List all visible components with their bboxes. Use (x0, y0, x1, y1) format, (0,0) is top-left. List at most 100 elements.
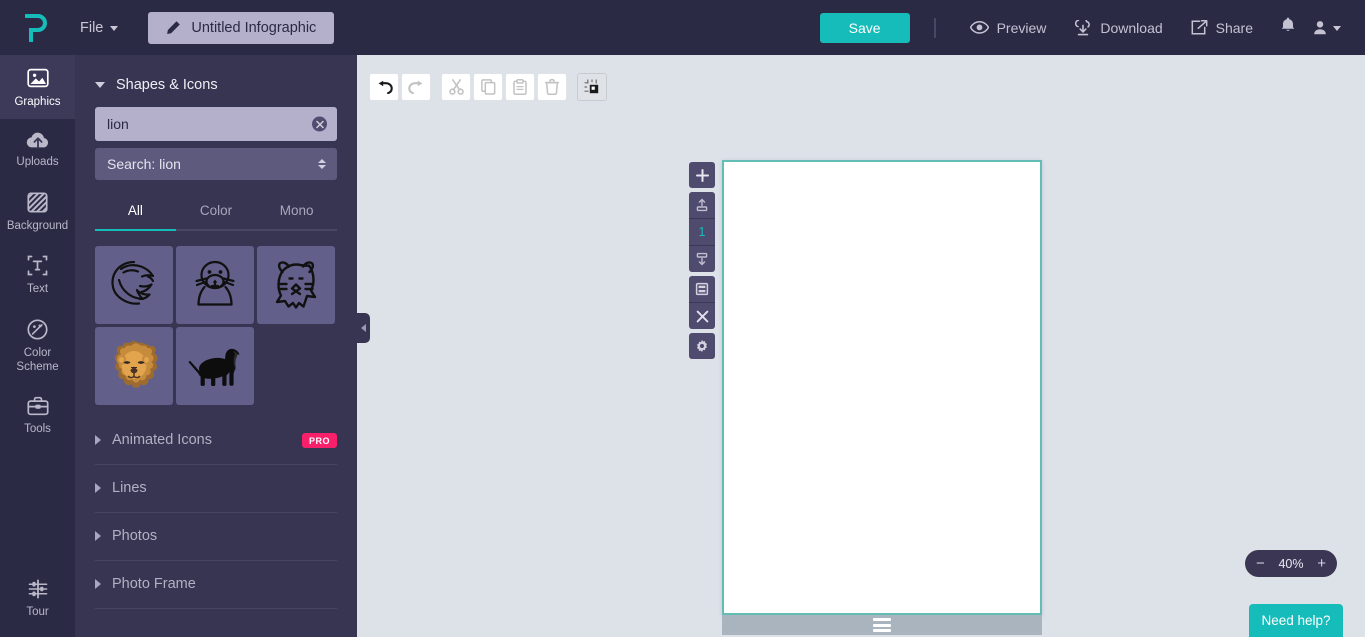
search-input[interactable] (95, 107, 337, 141)
palette-icon (27, 318, 48, 340)
zoom-in-button[interactable]: + (1317, 556, 1326, 571)
download-label: Download (1100, 19, 1163, 36)
canvas-page[interactable] (722, 160, 1042, 615)
search-row (95, 107, 337, 141)
triangle-right-icon (95, 531, 101, 541)
search-scope-select[interactable]: Search: lion (95, 148, 337, 180)
download-button[interactable]: Download (1064, 14, 1172, 42)
icon-result-lion-face-outline[interactable] (257, 246, 335, 324)
tab-all[interactable]: All (95, 194, 176, 231)
clear-search-icon[interactable] (312, 116, 327, 132)
page-actions-group (689, 276, 715, 329)
tab-mono[interactable]: Mono (256, 194, 338, 231)
move-page-up-icon (696, 198, 708, 212)
delete-button[interactable] (537, 73, 567, 101)
notifications-button[interactable] (1271, 11, 1305, 44)
accordion-photo-frame-label: Photo Frame (112, 576, 196, 592)
sidebar-item-tour-label: Tour (26, 605, 49, 618)
duplicate-page-icon (695, 282, 709, 296)
copy-button[interactable] (473, 73, 503, 101)
sidebar-item-uploads-label: Uploads (16, 156, 59, 169)
file-menu[interactable]: File (72, 14, 126, 42)
icon-result-lion-silhouette[interactable] (176, 327, 254, 405)
accordion-animated-icons[interactable]: Animated Icons PRO (95, 417, 337, 465)
image-icon (26, 68, 49, 88)
page-resize-handle[interactable] (722, 615, 1042, 635)
undo-button[interactable] (369, 73, 399, 101)
page-settings-group (689, 333, 715, 359)
toolbar-divider (933, 17, 936, 38)
add-page-button[interactable] (689, 162, 715, 188)
panel-bottom-spacer (95, 609, 337, 631)
page-tools: 1 (689, 162, 715, 363)
preview-button[interactable]: Preview (960, 14, 1057, 42)
preview-label: Preview (996, 19, 1047, 36)
tour-slider-icon (28, 579, 47, 599)
toolbox-icon (26, 397, 49, 416)
sea-lion-outline-icon (195, 260, 235, 306)
graphics-panel[interactable]: Shapes & Icons Search: lion All (75, 55, 357, 637)
lion-walking-silhouette-icon (188, 348, 240, 386)
gear-icon (696, 339, 708, 353)
sidebar-item-tour[interactable]: Tour (0, 567, 75, 637)
color-scheme-label-text: Color Scheme (16, 346, 59, 373)
shapes-icons-section-header[interactable]: Shapes & Icons (95, 55, 337, 107)
sort-arrows-icon (318, 159, 326, 169)
cut-button[interactable] (441, 73, 471, 101)
document-title-field[interactable]: Untitled Infographic (148, 11, 335, 44)
icon-result-sea-lion[interactable] (176, 246, 254, 324)
sidebar-item-text[interactable]: Text (0, 243, 75, 306)
cloud-upload-icon (26, 133, 48, 150)
shapes-icons-title: Shapes & Icons (116, 77, 218, 93)
share-button[interactable]: Share (1181, 14, 1263, 42)
page-settings-button[interactable] (689, 333, 715, 359)
zoom-out-button[interactable]: − (1256, 556, 1265, 571)
accordion-lines-label: Lines (112, 480, 147, 496)
sidebar-item-background-label: Background (6, 219, 69, 232)
icon-result-lion-head-profile[interactable] (95, 246, 173, 324)
account-menu[interactable] (1309, 14, 1345, 41)
left-rail: Graphics Uploads Background Text Color S… (0, 55, 75, 637)
sidebar-item-graphics[interactable]: Graphics (0, 55, 75, 120)
sidebar-item-tools[interactable]: Tools (0, 384, 75, 446)
sidebar-item-uploads[interactable]: Uploads (0, 119, 75, 179)
app-logo[interactable] (0, 13, 72, 42)
accordion-photos[interactable]: Photos (95, 513, 337, 561)
paste-button[interactable] (505, 73, 535, 101)
accordion-lines[interactable]: Lines (95, 465, 337, 513)
redo-button[interactable] (401, 73, 431, 101)
save-button[interactable]: Save (819, 12, 910, 43)
triangle-right-icon (95, 435, 101, 445)
duplicate-page-button[interactable] (689, 276, 715, 302)
collapse-panel-button[interactable] (357, 313, 370, 343)
crop-button[interactable] (577, 73, 607, 101)
need-help-button[interactable]: Need help? (1249, 604, 1343, 637)
accordion-photo-frame[interactable]: Photo Frame (95, 561, 337, 609)
page-number[interactable]: 1 (689, 219, 715, 245)
icon-results-grid (95, 246, 337, 405)
canvas-workspace[interactable]: 1 − 40% + Need help? (357, 55, 1365, 637)
page-order-group: 1 (689, 192, 715, 272)
tab-color[interactable]: Color (175, 194, 257, 231)
move-page-down-button[interactable] (689, 246, 715, 272)
page-resize-grip-icon (873, 618, 891, 632)
search-scope-label: Search: lion (107, 156, 181, 172)
sidebar-item-color-scheme[interactable]: Color Scheme (0, 307, 75, 385)
move-page-up-button[interactable] (689, 192, 715, 218)
pencil-icon (167, 21, 181, 34)
lion-face-outline-icon (275, 261, 317, 309)
delete-page-button[interactable] (689, 303, 715, 329)
lion-face-color-icon (114, 340, 158, 388)
sidebar-item-color-scheme-label: Color Scheme (16, 346, 58, 375)
sidebar-item-background[interactable]: Background (0, 180, 75, 243)
bell-icon (1281, 17, 1295, 31)
icon-result-lion-face-color[interactable] (95, 327, 173, 405)
text-box-icon (27, 255, 48, 276)
chevron-down-icon (110, 26, 119, 31)
icon-filter-tabs: All Color Mono (95, 194, 338, 231)
grip-line (873, 629, 891, 632)
eye-icon (969, 21, 989, 34)
undo-icon (378, 80, 393, 94)
plus-icon (695, 168, 709, 182)
account-chevron-down-icon (1333, 26, 1341, 31)
